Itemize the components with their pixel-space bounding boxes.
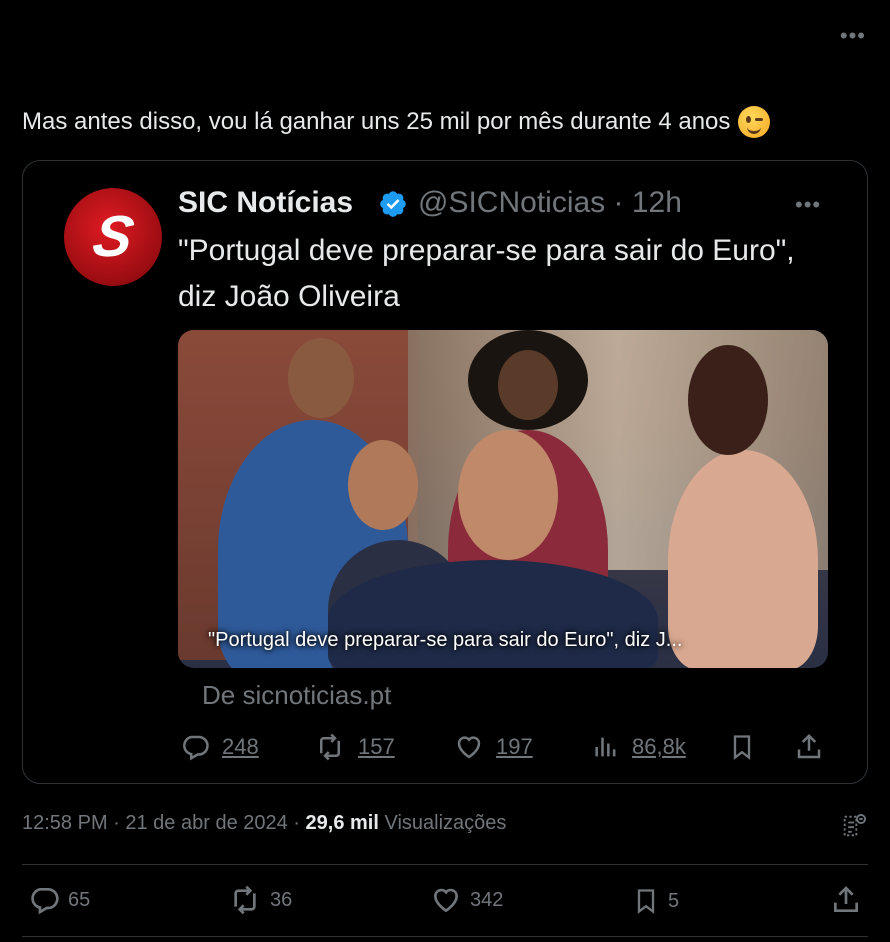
quoted-like-count: 197 <box>496 734 533 759</box>
quoted-author-handle[interactable]: @SICNoticias · 12h <box>418 186 682 220</box>
divider <box>22 936 868 937</box>
share-icon <box>834 886 858 912</box>
like-button[interactable]: 342 <box>430 884 503 916</box>
quoted-repost-count: 157 <box>358 734 395 759</box>
avatar-logo: S <box>88 204 139 269</box>
bookmark-count: 5 <box>668 889 680 912</box>
quoted-views-count: 86,8k <box>632 734 686 759</box>
quoted-reply-count: 248 <box>222 734 259 759</box>
reply-icon <box>183 735 209 761</box>
quoted-reply-button[interactable]: 248 <box>180 732 259 762</box>
quoted-author-name[interactable]: SIC Notícias <box>178 186 353 220</box>
media-caption: "Portugal deve preparar-se para sair do … <box>208 629 683 651</box>
repost-count: 36 <box>270 888 293 911</box>
winking-face-icon <box>738 106 771 138</box>
reply-button[interactable]: 65 <box>28 884 90 916</box>
tweet-text-content: Mas antes disso, vou lá ganhar uns 25 mi… <box>22 108 731 135</box>
quoted-share-button[interactable] <box>794 732 836 762</box>
repost-icon <box>320 733 340 761</box>
heart-icon <box>457 736 481 759</box>
reply-count: 65 <box>68 888 91 911</box>
views-count: 29,6 mil <box>305 812 379 834</box>
avatar[interactable]: S <box>64 188 162 286</box>
heart-icon <box>433 888 459 913</box>
share-button[interactable] <box>830 884 870 916</box>
views-label: Visualizações <box>378 812 507 834</box>
repost-icon <box>234 885 256 915</box>
analytics-icon[interactable] <box>840 812 868 840</box>
quoted-more-icon[interactable]: ••• <box>795 192 821 218</box>
tweet-meta: 12:58 PM · 21 de abr de 2024 · 29,6 mil … <box>22 812 506 835</box>
link-preview-image[interactable]: "Portugal deve preparar-se para sair do … <box>178 330 828 668</box>
bookmark-icon <box>733 735 751 760</box>
like-count: 342 <box>470 888 504 911</box>
divider <box>22 864 868 865</box>
link-domain[interactable]: De sicnoticias.pt <box>202 680 391 711</box>
bookmark-icon <box>637 889 655 914</box>
more-options-icon[interactable]: ••• <box>840 25 866 47</box>
quoted-bookmark-button[interactable] <box>728 732 768 762</box>
views-icon <box>595 737 616 757</box>
share-icon <box>797 733 821 759</box>
tweet-text: Mas antes disso, vou lá ganhar uns 25 mi… <box>22 106 771 138</box>
quoted-views-button[interactable]: 86,8k <box>592 732 686 762</box>
tweet-timestamp[interactable]: 12:58 PM · 21 de abr de 2024 · <box>22 812 306 834</box>
repost-button[interactable]: 36 <box>228 884 292 916</box>
quoted-repost-button[interactable]: 157 <box>314 732 395 762</box>
reply-icon <box>31 888 59 915</box>
verified-badge-icon <box>380 191 406 217</box>
quoted-like-button[interactable]: 197 <box>454 732 533 762</box>
bookmark-button[interactable]: 5 <box>632 884 679 918</box>
quoted-tweet-text: "Portugal deve preparar-se para sair do … <box>178 234 795 313</box>
